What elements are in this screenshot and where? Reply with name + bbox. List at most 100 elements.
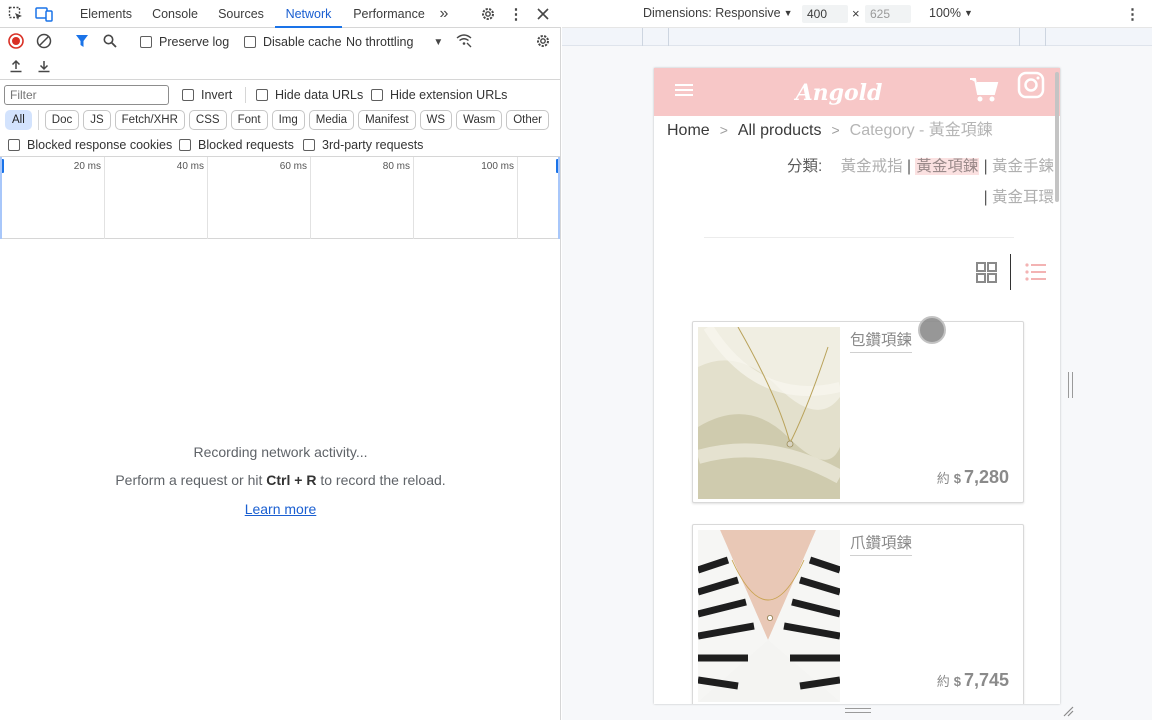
category-separator: | (983, 189, 988, 206)
import-har-upload-icon[interactable] (7, 57, 25, 75)
network-settings-gear-icon[interactable] (534, 32, 552, 50)
type-filter-wasm[interactable]: Wasm (456, 110, 503, 130)
inspect-element-icon[interactable] (7, 5, 25, 23)
kebab-menu-icon[interactable]: ⋮ (507, 5, 525, 23)
reload-hint-prefix: Perform a request or hit (115, 472, 267, 488)
height-input[interactable]: 625 (865, 5, 911, 23)
network-overview-timeline[interactable]: 20 ms 40 ms 60 ms 80 ms 100 ms (0, 157, 561, 239)
type-filter-font[interactable]: Font (230, 110, 268, 130)
price-prefix: 約 (936, 471, 950, 486)
filter-funnel-icon[interactable] (73, 32, 91, 50)
search-icon[interactable] (101, 32, 119, 50)
dimensions-label: Dimensions: Responsive (643, 6, 781, 20)
cart-icon[interactable] (968, 76, 1000, 109)
clear-icon[interactable] (35, 32, 53, 50)
type-filter-fetch-xhr[interactable]: Fetch/XHR (114, 110, 185, 130)
tab-console[interactable]: Console (146, 0, 204, 28)
invert-checkbox[interactable]: Invert (182, 88, 232, 102)
checkbox-box[interactable] (182, 89, 194, 101)
checkbox-box[interactable] (303, 139, 315, 151)
instagram-icon[interactable] (1017, 71, 1045, 104)
network-toolbar: Preserve log Disable cache No throttling… (0, 28, 561, 54)
grid-view-icon[interactable] (976, 262, 998, 289)
filter-input[interactable] (4, 85, 169, 105)
category-gold-bracelets[interactable]: 黃金手鍊 (992, 158, 1054, 175)
learn-more-row: Learn more (0, 501, 561, 517)
type-filter-all[interactable]: All (5, 110, 32, 130)
device-more-options-icon[interactable]: ⋮ (1125, 5, 1140, 23)
tab-elements[interactable]: Elements (74, 0, 138, 28)
tab-performance[interactable]: Performance (349, 0, 429, 28)
breadcrumb-home[interactable]: Home (667, 122, 710, 139)
hide-extension-urls-checkbox[interactable]: Hide extension URLs (371, 88, 507, 102)
more-tabs-icon[interactable]: » (435, 5, 453, 23)
type-filter-other[interactable]: Other (506, 110, 549, 130)
product-card[interactable]: 爪鑽項鍊 約 $7,745 (692, 524, 1024, 704)
blocked-cookies-checkbox[interactable]: Blocked response cookies (8, 138, 172, 152)
blocked-cookies-label: Blocked response cookies (27, 138, 173, 152)
media-query-ruler (562, 28, 1152, 46)
blocked-requests-checkbox[interactable]: Blocked requests (179, 138, 294, 152)
throttling-select[interactable]: No throttling ▼ (346, 35, 443, 49)
product-title[interactable]: 包鑽項鍊 (850, 328, 913, 353)
divider (37, 110, 39, 130)
checkbox-box[interactable] (371, 89, 383, 101)
checkbox-box[interactable] (140, 36, 152, 48)
disable-cache-checkbox[interactable]: Disable cache (244, 35, 342, 49)
checkbox-box[interactable] (244, 36, 256, 48)
tab-sources[interactable]: Sources (213, 0, 269, 28)
ruler-tick (642, 28, 643, 46)
type-filter-css[interactable]: CSS (188, 110, 227, 130)
hide-data-urls-checkbox[interactable]: Hide data URLs (256, 88, 363, 102)
settings-gear-icon[interactable] (479, 5, 497, 23)
ruler-tick (668, 28, 669, 46)
close-devtools-icon[interactable] (534, 5, 552, 23)
category-gold-rings[interactable]: 黃金戒指 (841, 158, 903, 175)
tab-network[interactable]: Network (275, 0, 342, 28)
timeline-gridline (207, 157, 208, 239)
type-filter-manifest[interactable]: Manifest (358, 110, 416, 130)
zoom-select[interactable]: 100% ▼ (929, 6, 973, 20)
type-filter-ws[interactable]: WS (419, 110, 453, 130)
list-view-icon[interactable] (1025, 262, 1047, 287)
network-conditions-wifi-icon[interactable] (455, 31, 473, 49)
site-header: Angold (654, 68, 1060, 116)
category-gold-earrings[interactable]: 黃金耳環 (992, 189, 1054, 206)
checkbox-box[interactable] (179, 139, 191, 151)
checkbox-box[interactable] (256, 89, 268, 101)
checkbox-box[interactable] (8, 139, 20, 151)
view-toggle-divider (1010, 254, 1011, 290)
category-separator: | (906, 158, 911, 175)
dimensions-select[interactable]: Dimensions: Responsive ▼ (643, 6, 792, 20)
import-export-toolbar (0, 54, 561, 80)
type-filter-img[interactable]: Img (271, 110, 305, 130)
resize-handle-right[interactable] (1068, 372, 1073, 398)
type-filter-js[interactable]: JS (83, 110, 111, 130)
preserve-log-checkbox[interactable]: Preserve log (140, 35, 229, 49)
hide-data-urls-label: Hide data URLs (275, 88, 364, 102)
learn-more-link[interactable]: Learn more (245, 501, 317, 517)
export-har-download-icon[interactable] (35, 57, 53, 75)
page-scrollbar-thumb[interactable] (1055, 72, 1059, 202)
divider (704, 237, 1014, 238)
product-image-necklace-on-model[interactable] (698, 530, 840, 702)
product-title[interactable]: 爪鑽項鍊 (850, 531, 913, 556)
price-prefix: 約 (936, 674, 950, 689)
product-card[interactable]: 包鑽項鍊 約 $7,280 (692, 321, 1024, 503)
category-gold-necklaces[interactable]: 黃金項鍊 (915, 158, 980, 175)
width-input[interactable]: 400 (802, 5, 848, 23)
divider (245, 87, 246, 103)
device-toolbar-icon[interactable] (35, 5, 53, 23)
type-filter-media[interactable]: Media (308, 110, 355, 130)
emulated-page: Angold Home > All products > Category - 黃金項鍊… (654, 68, 1060, 704)
breadcrumb-all-products[interactable]: All products (738, 122, 822, 139)
timeline-gridline (310, 157, 311, 239)
resize-handle-bottom[interactable] (845, 708, 871, 713)
product-image-necklace-on-fabric[interactable] (698, 327, 840, 499)
type-filter-doc[interactable]: Doc (44, 110, 80, 130)
resize-handle-corner[interactable] (1062, 704, 1074, 717)
third-party-checkbox[interactable]: 3rd-party requests (303, 138, 423, 152)
stop-recording-icon[interactable] (7, 32, 25, 50)
reload-shortcut: Ctrl + R (266, 472, 317, 488)
preserve-log-label: Preserve log (159, 35, 230, 49)
